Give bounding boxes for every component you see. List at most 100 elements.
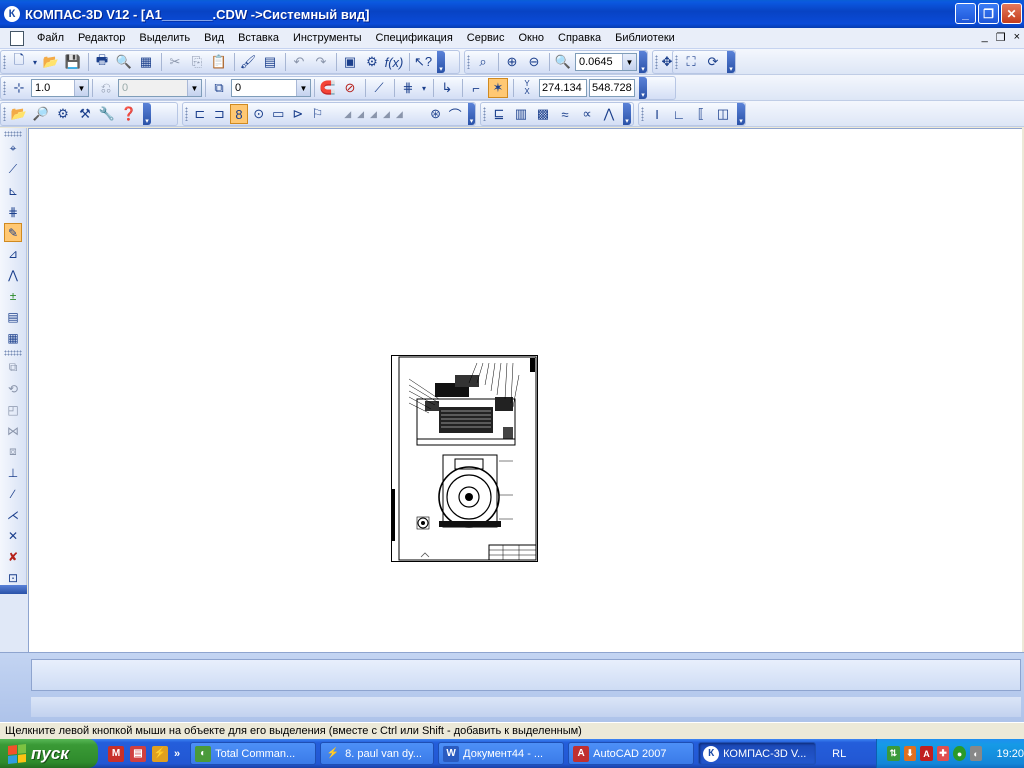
zoom-window-icon[interactable]: ⌕ (473, 52, 493, 72)
view-arrow-icon[interactable]: ⌒ (446, 104, 464, 124)
zoom-scale-icon[interactable]: 🔍 (553, 52, 573, 72)
deform-icon[interactable]: ⊥ (4, 463, 22, 482)
grid-dropdown-icon[interactable]: ▾ (420, 78, 428, 98)
leader-right-icon[interactable]: ⊐ (211, 104, 229, 124)
round-snap-icon[interactable]: ✶ (488, 78, 508, 98)
break-curve-icon[interactable]: ⋌ (4, 505, 22, 524)
grid-icon[interactable]: ⋕ (398, 78, 418, 98)
mdi-close-button[interactable]: × (1014, 31, 1020, 44)
attributes-panel-icon[interactable]: ± (4, 286, 22, 305)
designations-panel-icon[interactable]: ⊾ (4, 181, 22, 200)
report-panel-icon[interactable]: ▤ (4, 307, 22, 326)
toolbar-options-icon[interactable]: ▾ (623, 103, 631, 125)
measure-panel-icon[interactable]: ⊿ (4, 244, 22, 263)
arrow-mark-icon[interactable]: ⊳ (289, 104, 307, 124)
status-green-icon[interactable]: ● (953, 746, 966, 761)
cut-icon[interactable]: ✂ (165, 52, 185, 72)
toolbar-options-icon[interactable]: ▾ (737, 103, 745, 125)
copy-icon[interactable]: ⎘ (187, 52, 207, 72)
adobe-icon[interactable]: A (920, 746, 933, 761)
printer-icon[interactable]: ▤ (130, 745, 146, 762)
library-open-icon[interactable]: 📂 (9, 104, 29, 124)
chevron-down-icon[interactable]: ▼ (74, 80, 88, 96)
arc-icon[interactable]: ⋀ (599, 104, 619, 124)
manager-icon[interactable]: ▣ (340, 52, 360, 72)
snap-clear-icon[interactable]: ⊘ (340, 78, 360, 98)
task-kompas[interactable]: К КОМПАС-3D V... (698, 742, 817, 765)
drawing-sheet[interactable] (391, 355, 539, 567)
zoom-combo[interactable]: 0.0645 ▼ (575, 53, 637, 71)
angle-dimension-icon[interactable]: ∟ (669, 104, 689, 124)
library-manager-icon[interactable]: ⚙ (362, 52, 382, 72)
document-icon[interactable] (10, 30, 24, 46)
print-icon[interactable]: 🖶 (92, 52, 112, 72)
local-snap-icon[interactable]: ⟋ (369, 78, 389, 98)
coord-x-field[interactable]: 274.134 (539, 79, 587, 97)
chevron-down-icon[interactable]: ▼ (187, 80, 201, 96)
task-autocad[interactable]: A AutoCAD 2007 (568, 742, 695, 765)
local-cs-icon[interactable]: ⊹ (9, 78, 29, 98)
toolbar-options-icon[interactable]: ▾ (727, 51, 735, 73)
antivirus-icon[interactable]: ✚ (936, 746, 950, 761)
menu-view[interactable]: Вид (197, 32, 231, 44)
menu-window[interactable]: Окно (511, 32, 551, 44)
flag-mark-icon[interactable]: ⚐ (309, 104, 327, 124)
leader-left-icon[interactable]: ⊏ (191, 104, 209, 124)
undo-icon[interactable]: ↶ (289, 52, 309, 72)
minimize-button[interactable]: _ (955, 3, 976, 24)
layer-state-icon[interactable]: ⧉ (209, 78, 229, 98)
chevron-down-icon[interactable]: ▼ (296, 80, 310, 96)
menu-tools[interactable]: Инструменты (286, 32, 369, 44)
help-circle-icon[interactable]: ❓ (119, 104, 139, 124)
start-button[interactable]: пуск (0, 739, 98, 768)
print-setup-icon[interactable]: ▦ (136, 52, 156, 72)
view-combo[interactable]: 0 ▼ (118, 79, 202, 97)
geometry-panel-icon[interactable]: ⌖ (4, 139, 22, 158)
kompas-app-icon[interactable]: К (4, 6, 20, 22)
refresh-icon[interactable]: ⟳ (703, 52, 723, 72)
tools-wrench-icon[interactable]: 🔧 (97, 104, 117, 124)
quick-launch-expand-icon[interactable]: » (174, 748, 180, 760)
coord-y-field[interactable]: 548.728 (589, 79, 635, 97)
fasteners-icon[interactable]: ⚒ (75, 104, 95, 124)
height-dimension-icon[interactable]: ⟦ (691, 104, 711, 124)
toolbar-options-icon[interactable]: ▾ (437, 51, 445, 73)
spline-icon[interactable]: ∝ (577, 104, 597, 124)
show-all-icon[interactable]: ⛶ (681, 52, 701, 72)
scale-icon[interactable]: ◰ (4, 400, 22, 419)
edit-panel-icon[interactable]: ⋕ (4, 202, 22, 221)
specification-panel-icon[interactable]: ▦ (4, 328, 22, 347)
zoom-in-icon[interactable]: ⊕ (502, 52, 522, 72)
redo-icon[interactable]: ↷ (311, 52, 331, 72)
menu-help[interactable]: Справка (551, 32, 608, 44)
step-combo[interactable]: 1.0 ▼ (31, 79, 89, 97)
close-button[interactable]: ✕ (1001, 3, 1022, 24)
menu-file[interactable]: Файл (30, 32, 71, 44)
task-winamp[interactable]: ⚡ 8. paul van dy... (320, 742, 435, 765)
copy-objects-icon[interactable]: ⧈ (4, 442, 22, 461)
menu-insert[interactable]: Вставка (231, 32, 286, 44)
layer-combo[interactable]: 0 ▼ (231, 79, 311, 97)
rotate-icon[interactable]: ⟲ (4, 379, 22, 398)
new-dropdown-icon[interactable]: ▾ (31, 52, 39, 72)
cut-line-icon[interactable]: ⊛ (427, 104, 445, 124)
chevron-down-icon[interactable]: ▼ (622, 54, 636, 70)
lightning-icon[interactable]: ⚡ (152, 745, 168, 762)
mdi-minimize-button[interactable]: _ (982, 31, 988, 44)
format-brush-icon[interactable]: 🖌 (238, 52, 258, 72)
task-total-commander[interactable]: ◐ Total Comman... (190, 742, 317, 765)
menu-specification[interactable]: Спецификация (369, 32, 460, 44)
drawing-canvas[interactable] (28, 128, 1022, 652)
menu-libraries[interactable]: Библиотеки (608, 32, 682, 44)
position-mark-icon[interactable]: 8 (230, 104, 248, 124)
break-dimension-icon[interactable]: ◫ (713, 104, 733, 124)
open-folder-icon[interactable]: 📂 (41, 52, 61, 72)
axes-icon[interactable]: ↳ (437, 78, 457, 98)
curve-icon[interactable]: ≈ (555, 104, 575, 124)
toolbar-options-icon[interactable]: ▾ (639, 77, 647, 99)
view-state-icon[interactable]: ⎌ (96, 78, 116, 98)
snap-magnet-icon[interactable]: 🧲 (318, 78, 338, 98)
toolbar-options-icon[interactable]: ▾ (639, 51, 647, 73)
parametrization-panel-icon[interactable]: ✎ (4, 223, 22, 242)
symmetry-icon[interactable]: ⋈ (4, 421, 22, 440)
